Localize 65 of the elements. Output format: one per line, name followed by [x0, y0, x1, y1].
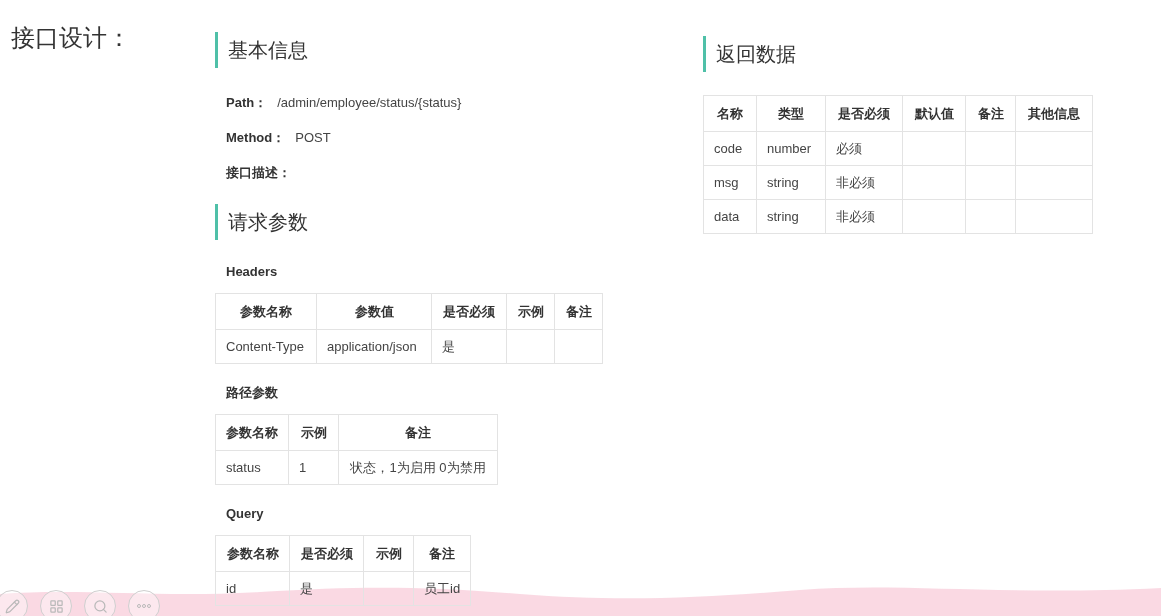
table-cell: application/json: [316, 329, 432, 364]
more-button[interactable]: [128, 590, 160, 616]
table-cell: 必须: [825, 131, 903, 166]
pencil-icon: [4, 598, 20, 614]
field-label: Path：: [226, 94, 268, 113]
table-cell: [965, 165, 1016, 200]
table-cell: status: [215, 450, 289, 485]
table-cell: 是: [289, 571, 364, 606]
table-cell: [554, 329, 603, 364]
slides-button[interactable]: [40, 590, 72, 616]
table-header-cell: 示例: [506, 293, 555, 330]
field-value: /admin/employee/status/{status}: [277, 94, 462, 113]
pen-tool-button[interactable]: [0, 590, 28, 616]
table-cell: string: [756, 199, 826, 234]
table-cell: id: [215, 571, 290, 606]
section-heading: 请求参数: [228, 210, 308, 235]
table-cell: code: [703, 131, 757, 166]
table-header-cell: 是否必须: [825, 95, 903, 132]
table-header-cell: 参数名称: [215, 293, 317, 330]
table-header-cell: 备注: [965, 95, 1016, 132]
page-title: 接口设计：: [11, 24, 131, 51]
group-title: Headers: [226, 263, 278, 282]
grid-icon: [48, 598, 64, 614]
table-cell: 1: [288, 450, 339, 485]
field-label: Method：: [226, 129, 286, 148]
table-header-cell: 备注: [338, 414, 498, 451]
field-value: POST: [295, 129, 331, 148]
group-title: Query: [226, 505, 264, 524]
table-header-cell: 参数名称: [215, 414, 289, 451]
table-cell: msg: [703, 165, 757, 200]
table-cell: data: [703, 199, 757, 234]
table-cell: 状态，1为启用 0为禁用: [338, 450, 498, 485]
more-icon: [137, 604, 151, 608]
section-heading: 返回数据: [716, 42, 796, 67]
table-cell: 员工id: [413, 571, 471, 606]
table-cell: [965, 199, 1016, 234]
table-cell: Content-Type: [215, 329, 317, 364]
table-cell: number: [756, 131, 826, 166]
section-heading: 基本信息: [228, 38, 308, 63]
table-header-cell: 其他信息: [1015, 95, 1093, 132]
table-header-cell: 参数名称: [215, 535, 290, 572]
search-icon: [92, 598, 108, 614]
table-cell: 非必须: [825, 165, 903, 200]
table-header-cell: 是否必须: [431, 293, 507, 330]
table-cell: 非必须: [825, 199, 903, 234]
table-cell: [363, 571, 414, 606]
table-cell: 是: [431, 329, 507, 364]
table-header-cell: 默认值: [902, 95, 966, 132]
table-cell: [902, 165, 966, 200]
group-title: 路径参数: [226, 384, 278, 403]
table-cell: [965, 131, 1016, 166]
zoom-button[interactable]: [84, 590, 116, 616]
table-cell: [506, 329, 555, 364]
table-header-cell: 备注: [554, 293, 603, 330]
table-header-cell: 名称: [703, 95, 757, 132]
table-cell: string: [756, 165, 826, 200]
table-cell: [902, 199, 966, 234]
table-header-cell: 是否必须: [289, 535, 364, 572]
table-header-cell: 示例: [363, 535, 414, 572]
table-header-cell: 示例: [288, 414, 339, 451]
table-header-cell: 备注: [413, 535, 471, 572]
table-header-cell: 参数值: [316, 293, 432, 330]
field-label: 接口描述：: [226, 164, 291, 183]
table-header-cell: 类型: [756, 95, 826, 132]
table-cell: [902, 131, 966, 166]
